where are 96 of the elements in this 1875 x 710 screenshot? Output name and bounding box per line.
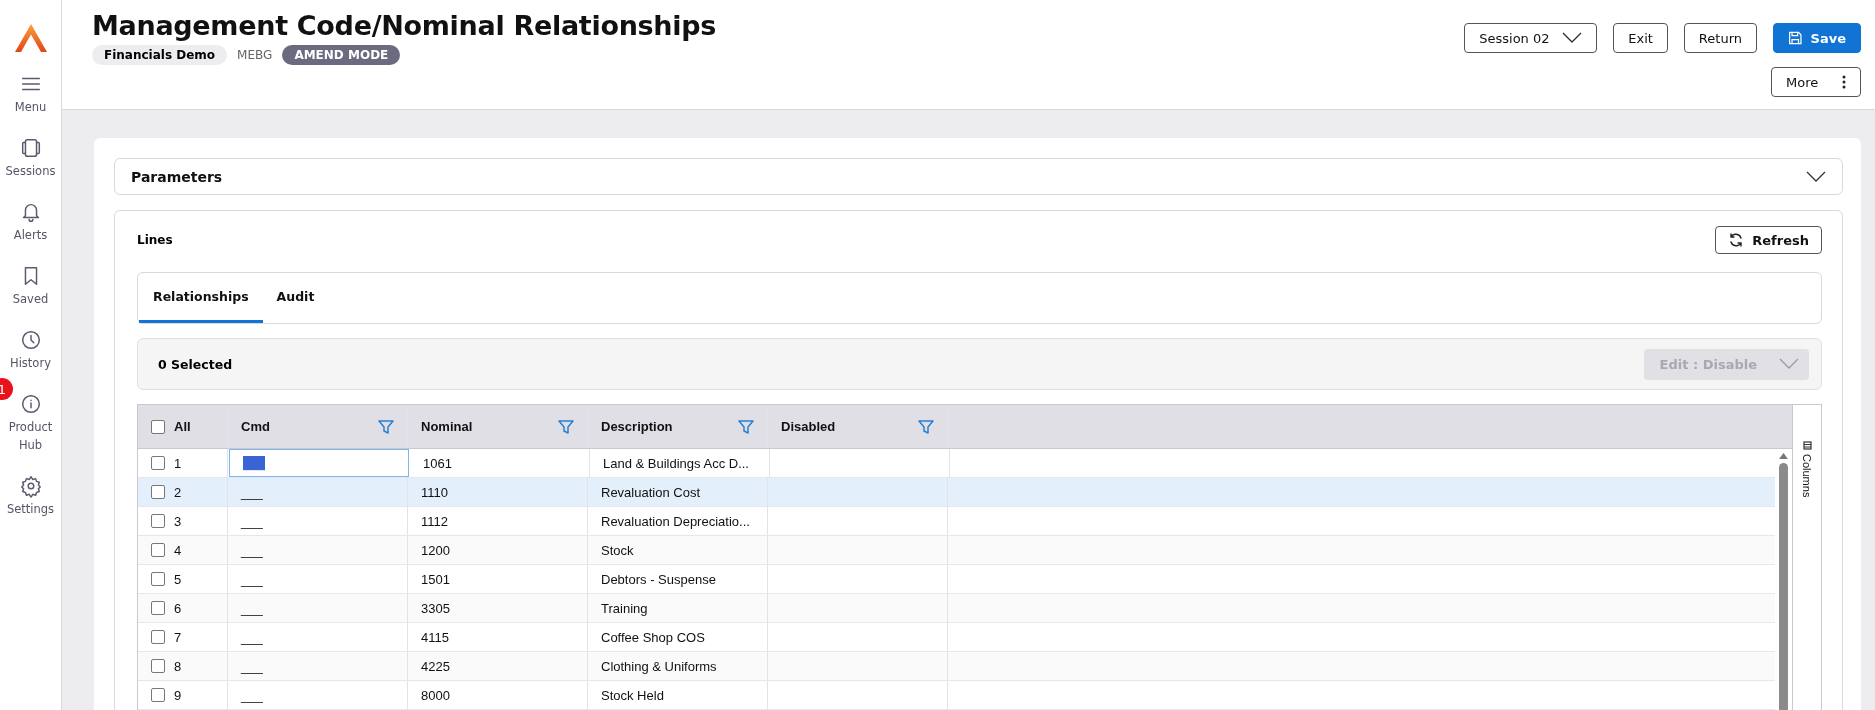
table-cell: ___ <box>241 513 263 529</box>
table-cell: ___ <box>241 542 263 558</box>
settings-icon <box>18 474 43 498</box>
sidebar-item[interactable]: Menu <box>0 72 61 116</box>
table-cell: 1200 <box>421 542 450 558</box>
filter-icon[interactable] <box>918 418 934 435</box>
notification-badge: 1 <box>0 378 13 400</box>
table-cell: Land & Buildings Acc D... <box>603 455 749 471</box>
checkbox[interactable] <box>151 456 165 470</box>
company-code: MEBG <box>237 48 273 62</box>
row-number: 3 <box>174 513 182 529</box>
table-cell: ___ <box>241 629 263 645</box>
more-vertical-icon <box>1842 75 1846 89</box>
table-cell: Training <box>601 600 648 616</box>
row-number: 1 <box>174 455 182 471</box>
column-header[interactable]: Cmd <box>241 419 270 434</box>
checkbox[interactable] <box>151 688 165 702</box>
row-number: 8 <box>174 658 182 674</box>
table-cell: 8000 <box>421 687 450 703</box>
row-number: 9 <box>174 687 182 703</box>
table-row[interactable]: 7 ___ 4115 Coffee Shop COS <box>138 623 1775 652</box>
table-cell: Clothing & Uniforms <box>601 658 717 674</box>
table-row[interactable]: 8 ___ 4225 Clothing & Uniforms <box>138 652 1775 681</box>
columns-panel-tab[interactable]: Columns <box>1801 441 1813 498</box>
table-cell: Stock Held <box>601 687 664 703</box>
checkbox[interactable] <box>151 514 165 528</box>
more-button[interactable]: More <box>1771 67 1861 97</box>
table-row[interactable]: 5 ___ 1501 Debtors - Suspense <box>138 565 1775 594</box>
table-cell: ___ <box>241 484 263 500</box>
filter-icon[interactable] <box>558 418 574 435</box>
checkbox[interactable] <box>151 572 165 586</box>
tab[interactable]: Audit <box>262 273 329 323</box>
row-number: 7 <box>174 629 182 645</box>
table-cell: 4225 <box>421 658 450 674</box>
sidebar-item[interactable]: Settings <box>0 474 61 518</box>
table-cell: Revaluation Cost <box>601 484 700 500</box>
refresh-icon <box>1728 232 1745 248</box>
table-cell: ___ <box>241 571 263 587</box>
row-number: 4 <box>174 542 182 558</box>
column-header[interactable]: Description <box>601 419 673 434</box>
checkbox[interactable] <box>151 485 165 499</box>
columns-icon <box>1802 441 1812 450</box>
refresh-button[interactable]: Refresh <box>1715 226 1822 254</box>
column-header[interactable]: Nominal <box>421 419 473 434</box>
checkbox[interactable] <box>151 630 165 644</box>
table-row[interactable]: 2 ___ 1110 Revaluation Cost <box>138 478 1775 507</box>
table-cell: 1061 <box>423 455 452 471</box>
sidebar-item[interactable]: History <box>0 328 61 372</box>
table-cell: 1110 <box>421 484 448 500</box>
checkbox[interactable] <box>151 659 165 673</box>
table-cell: 3305 <box>421 600 450 616</box>
session-dropdown[interactable]: Session 02 <box>1464 23 1598 53</box>
save-button[interactable]: Save <box>1773 23 1861 53</box>
save-icon <box>1788 29 1803 47</box>
tab[interactable]: Relationships <box>139 273 263 323</box>
row-number: 2 <box>174 484 182 500</box>
table-cell: Revaluation Depreciatio... <box>601 513 750 529</box>
table-row[interactable]: 6 ___ 3305 Training <box>138 594 1775 623</box>
table-row[interactable]: 1 ___ 1061 Land & Buildings Acc D... <box>138 449 1775 478</box>
table-cell: 1112 <box>421 513 448 529</box>
table-cell: ___ <box>241 658 263 674</box>
table-row[interactable]: 3 ___ 1112 Revaluation Depreciatio... <box>138 507 1775 536</box>
chevron-down-icon <box>1806 170 1826 183</box>
selection-count: 0 Selected <box>158 356 233 372</box>
column-header[interactable]: Disabled <box>781 419 836 434</box>
sidebar-item[interactable]: Sessions <box>0 136 61 180</box>
filter-icon[interactable] <box>738 418 754 435</box>
filter-icon[interactable] <box>378 418 394 435</box>
table-row[interactable]: 9 ___ 8000 Stock Held <box>138 681 1775 710</box>
page-title: Management Code/Nominal Relationships <box>92 10 716 41</box>
section-title: Lines <box>137 232 173 247</box>
checkbox[interactable] <box>151 543 165 557</box>
checkbox[interactable] <box>151 419 165 434</box>
checkbox[interactable] <box>151 601 165 615</box>
cmd-input-field[interactable]: ___ <box>243 455 265 471</box>
chevron-down-icon <box>1562 32 1583 44</box>
table-cell: Stock <box>601 542 634 558</box>
table-cell: 1501 <box>421 571 450 587</box>
table-cell: Coffee Shop COS <box>601 629 705 645</box>
table-cell: 4115 <box>421 629 449 645</box>
parameters-section-header[interactable]: Parameters <box>114 158 1843 195</box>
mode-badge: AMEND MODE <box>282 45 401 65</box>
table-row[interactable]: 4 ___ 1200 Stock <box>138 536 1775 565</box>
column-header: All <box>174 419 191 434</box>
table-cell: ___ <box>241 600 263 616</box>
logo-icon <box>14 24 47 52</box>
header-button[interactable]: Exit <box>1613 23 1668 53</box>
chevron-down-icon <box>1779 358 1799 370</box>
sidebar-item[interactable]: Alerts <box>0 200 61 244</box>
row-number: 6 <box>174 600 182 616</box>
company-tag: Financials Demo <box>92 45 228 65</box>
sidebar-item[interactable]: Saved <box>0 264 61 308</box>
table-cell: ___ <box>241 687 263 703</box>
header-button[interactable]: Return <box>1683 23 1757 53</box>
row-number: 5 <box>174 571 182 587</box>
table-cell: Debtors - Suspense <box>601 571 716 587</box>
